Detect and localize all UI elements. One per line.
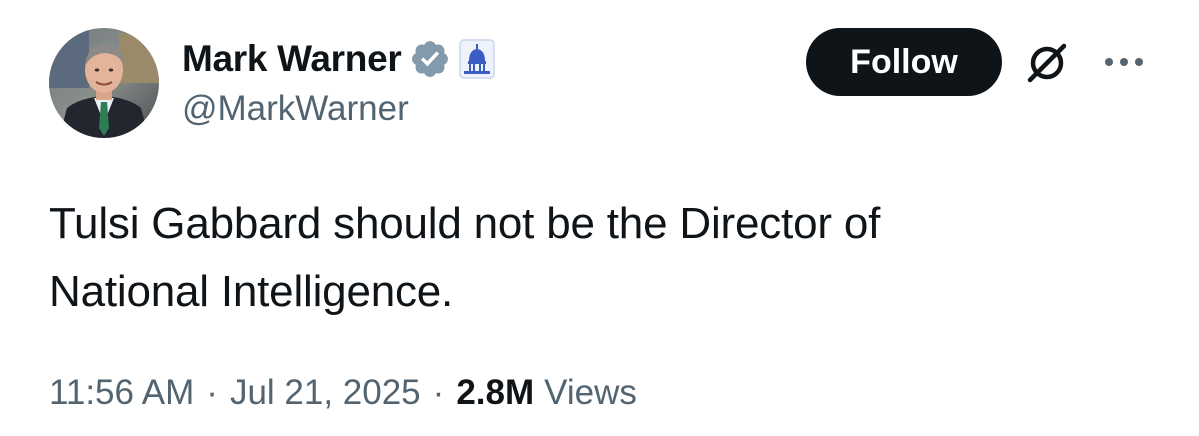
avatar-photo: [49, 28, 159, 138]
author-display-name[interactable]: Mark Warner: [182, 38, 402, 80]
tweet-text-line: Tulsi Gabbard should not be the Director…: [49, 199, 881, 248]
tweet-meta: 11:56 AM · Jul 21, 2025 · 2.8M Views: [49, 368, 637, 418]
more-options-icon[interactable]: [1098, 42, 1150, 82]
follow-button[interactable]: Follow: [806, 28, 1002, 96]
views-count[interactable]: 2.8M: [456, 373, 534, 413]
tweet-card: Mark Warner @MarkWarner Follow Tulsi Gab…: [0, 0, 1199, 436]
meta-separator: ·: [206, 373, 218, 412]
tweet-text-line: National Intelligence.: [49, 267, 454, 316]
avatar[interactable]: [49, 28, 159, 138]
author-handle[interactable]: @MarkWarner: [182, 89, 409, 129]
meta-separator: ·: [432, 373, 445, 412]
author-name-row: Mark Warner: [182, 34, 496, 84]
tweet-text: Tulsi Gabbard should not be the Director…: [49, 190, 1129, 326]
tweet-time[interactable]: 11:56 AM: [49, 373, 194, 413]
views-label: Views: [544, 373, 637, 412]
capitol-building-icon[interactable]: [459, 39, 496, 79]
tweet-date[interactable]: Jul 21, 2025: [230, 373, 421, 413]
verified-badge-icon[interactable]: [409, 38, 451, 80]
grok-icon[interactable]: [1022, 38, 1072, 88]
